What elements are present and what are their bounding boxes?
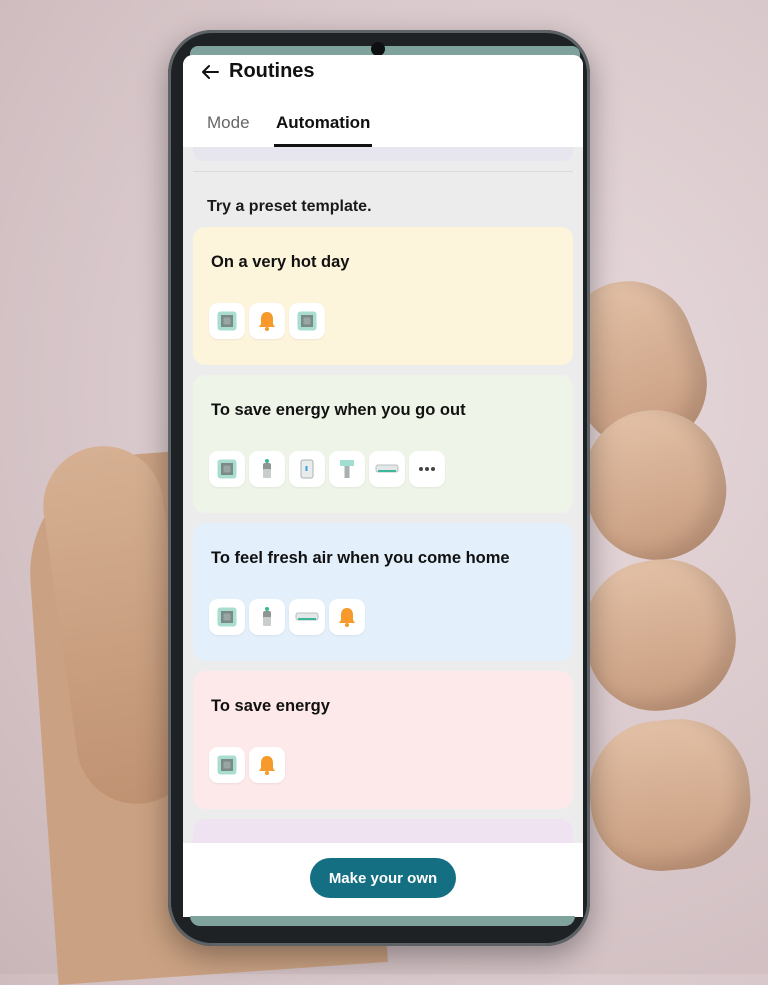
- template-card[interactable]: To save energy: [193, 671, 573, 809]
- tab-automation[interactable]: Automation: [276, 113, 370, 133]
- page-title: Routines: [229, 60, 315, 82]
- aircon-cassette-icon: [289, 303, 325, 339]
- tab-mode[interactable]: Mode: [207, 113, 250, 133]
- device-icon-row: [209, 303, 325, 339]
- device-icon-row: [209, 599, 365, 635]
- template-card-title: On a very hot day: [211, 253, 350, 271]
- template-card-title: To feel fresh air when you come home: [211, 549, 510, 567]
- air-purifier-icon: [249, 451, 285, 487]
- wall-aircon-icon: [369, 451, 405, 487]
- footer: Make your own: [183, 843, 583, 917]
- previous-card-edge: [193, 147, 573, 161]
- aircon-cassette-icon: [209, 747, 245, 783]
- make-your-own-button[interactable]: Make your own: [310, 858, 456, 898]
- header: Routines Mode Automation: [183, 55, 583, 147]
- back-arrow-icon[interactable]: [199, 61, 221, 83]
- aircon-cassette-icon: [209, 303, 245, 339]
- template-card[interactable]: On a very hot day: [193, 227, 573, 365]
- camera-punch-hole: [371, 42, 385, 56]
- wall-aircon-icon: [289, 599, 325, 635]
- template-card[interactable]: To feel fresh air when you come home: [193, 523, 573, 661]
- refrigerator-icon: [289, 451, 325, 487]
- aircon-cassette-icon: [209, 451, 245, 487]
- section-title: Try a preset template.: [207, 198, 372, 215]
- device-icon-row: [209, 451, 445, 487]
- air-purifier-icon: [249, 599, 285, 635]
- bell-icon: [249, 303, 285, 339]
- template-card[interactable]: To save energy when you go out: [193, 375, 573, 513]
- aircon-cassette-icon: [209, 599, 245, 635]
- template-card-title: To save energy: [211, 697, 330, 715]
- app-screen: Routines Mode Automation Try a preset te…: [183, 55, 583, 917]
- bell-icon: [249, 747, 285, 783]
- template-card-title: To save energy when you go out: [211, 401, 466, 419]
- more-icon: [409, 451, 445, 487]
- dehumidifier-icon: [329, 451, 365, 487]
- divider: [193, 171, 573, 172]
- bell-icon: [329, 599, 365, 635]
- device-icon-row: [209, 747, 285, 783]
- bottom-bezel-strip: [190, 916, 575, 926]
